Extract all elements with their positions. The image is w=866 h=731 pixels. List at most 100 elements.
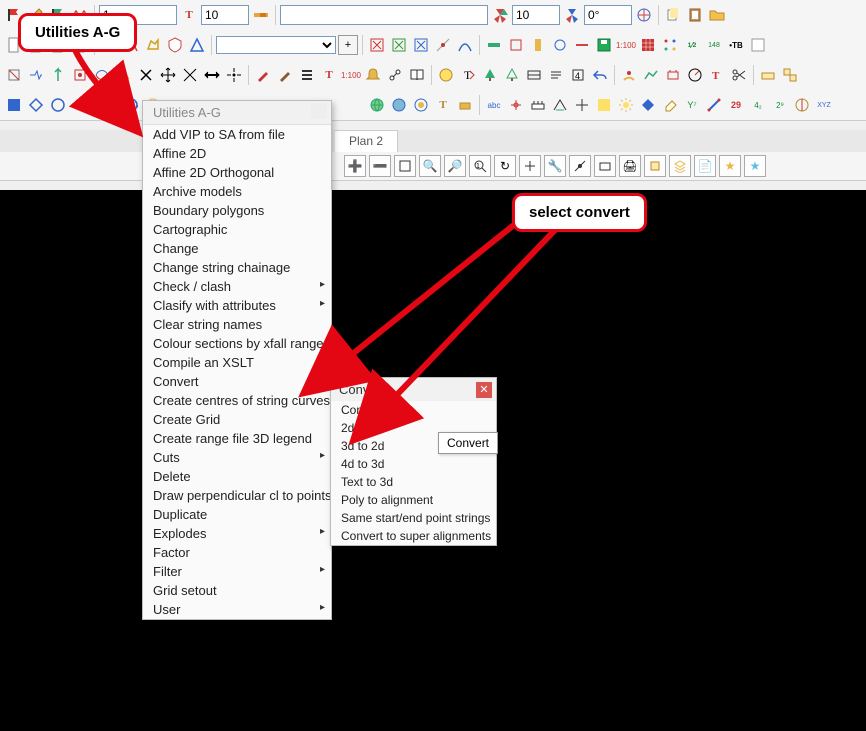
menu-item-grid-setout[interactable]: Grid setout <box>143 581 331 600</box>
menu-item-change-string-chainage[interactable]: Change string chainage <box>143 258 331 277</box>
dots-icon[interactable] <box>660 35 680 55</box>
r3-10-icon[interactable] <box>202 65 222 85</box>
sun-icon[interactable] <box>616 95 636 115</box>
print-icon[interactable]: 🖨 <box>619 155 641 177</box>
y7-icon[interactable]: Y⁷ <box>682 95 702 115</box>
scale-icon[interactable]: 1:100 <box>616 35 636 55</box>
submenu-item-convert-to-super-alignments[interactable]: Convert to super alignments <box>331 527 496 545</box>
tab-plan2[interactable]: Plan 2 <box>335 130 398 152</box>
submenu-item-same-start-end-point-strings[interactable]: Same start/end point strings <box>331 509 496 527</box>
r4-16-icon[interactable] <box>550 95 570 115</box>
refresh-blue-icon[interactable] <box>99 95 119 115</box>
scale2-icon[interactable]: 1:100 <box>341 65 361 85</box>
r4-2-icon[interactable] <box>26 95 46 115</box>
input-3[interactable] <box>280 5 488 25</box>
menu-item-user[interactable]: User <box>143 600 331 619</box>
del-red-icon[interactable] <box>367 35 387 55</box>
r3-6-icon[interactable] <box>114 65 134 85</box>
globe-icon[interactable] <box>367 95 387 115</box>
copy-icon[interactable] <box>663 5 683 25</box>
curve-icon[interactable] <box>455 35 475 55</box>
node-icon[interactable] <box>385 65 405 85</box>
menu-item-check-clash[interactable]: Check / clash <box>143 277 331 296</box>
menu-item-draw-perpendicular-cl-to-points[interactable]: Draw perpendicular cl to points <box>143 486 331 505</box>
t2-icon[interactable]: T <box>319 65 339 85</box>
menu-item-cuts[interactable]: Cuts <box>143 448 331 467</box>
menu-item-create-centres-of-string-curves[interactable]: Create centres of string curves <box>143 391 331 410</box>
submenu-item-poly-to-alignment[interactable]: Poly to alignment <box>331 491 496 509</box>
shield-icon[interactable] <box>165 35 185 55</box>
vt-8-icon[interactable] <box>519 155 541 177</box>
menu-item-add-vip-to-sa-from-file[interactable]: Add VIP to SA from file <box>143 125 331 144</box>
r3-20-icon[interactable] <box>524 65 544 85</box>
lines-icon[interactable] <box>297 65 317 85</box>
r4-15-icon[interactable] <box>528 95 548 115</box>
submenu-item-convert[interactable]: Convert <box>331 401 496 419</box>
poly-icon[interactable] <box>143 35 163 55</box>
submenu-item-text-to-3d[interactable]: Text to 3d <box>331 473 496 491</box>
r4-24-icon[interactable] <box>704 95 724 115</box>
menu-item-duplicate[interactable]: Duplicate <box>143 505 331 524</box>
refresh-icon[interactable]: ↻ <box>494 155 516 177</box>
vt-10-icon[interactable] <box>569 155 591 177</box>
misc4-icon[interactable] <box>550 35 570 55</box>
menu-item-clasify-with-attributes[interactable]: Clasify with attributes <box>143 296 331 315</box>
menu-item-clear-string-names[interactable]: Clear string names <box>143 315 331 334</box>
zoom-lens1-icon[interactable]: 🔍 <box>419 155 441 177</box>
blue-diamond-icon[interactable] <box>638 95 658 115</box>
input-4[interactable] <box>512 5 560 25</box>
bell-icon[interactable] <box>363 65 383 85</box>
menu-item-compile-an-xslt[interactable]: Compile an XSLT <box>143 353 331 372</box>
menu-item-archive-models[interactable]: Archive models <box>143 182 331 201</box>
zoom-minus-icon[interactable]: ➖ <box>369 155 391 177</box>
vt-11-icon[interactable] <box>594 155 616 177</box>
folder-icon[interactable] <box>707 5 727 25</box>
circle-yellow-icon[interactable] <box>436 65 456 85</box>
eraser-icon[interactable] <box>660 95 680 115</box>
undo-icon[interactable] <box>590 65 610 85</box>
triangle-icon[interactable] <box>187 35 207 55</box>
menu-item-convert[interactable]: Convert <box>143 372 331 391</box>
misc2-icon[interactable] <box>506 35 526 55</box>
combo-1[interactable] <box>216 36 336 54</box>
r3-diag-icon[interactable] <box>180 65 200 85</box>
plus-icon[interactable]: + <box>338 35 358 55</box>
menu-item-change[interactable]: Change <box>143 239 331 258</box>
edit-node-icon[interactable] <box>433 35 453 55</box>
num12-icon[interactable]: 1⁄2 <box>682 35 702 55</box>
save-disk-icon[interactable] <box>594 35 614 55</box>
abc-icon[interactable]: abc <box>484 95 504 115</box>
box4-icon[interactable]: 4 <box>568 65 588 85</box>
r4-1-icon[interactable] <box>4 95 24 115</box>
zoom-window-icon[interactable] <box>394 155 416 177</box>
r3-28-icon[interactable] <box>685 65 705 85</box>
menu-item-explodes[interactable]: Explodes <box>143 524 331 543</box>
del-green-icon[interactable] <box>389 35 409 55</box>
r3-25-icon[interactable] <box>619 65 639 85</box>
r4-3-icon[interactable] <box>48 95 68 115</box>
globe2-icon[interactable] <box>389 95 409 115</box>
pen-red-icon[interactable] <box>253 65 273 85</box>
misc1-icon[interactable] <box>484 35 504 55</box>
zoom-reset-icon[interactable]: 1 <box>469 155 491 177</box>
t3-icon[interactable]: T <box>433 95 453 115</box>
menu-item-factor[interactable]: Factor <box>143 543 331 562</box>
r3-cross-icon[interactable] <box>136 65 156 85</box>
r3-1-icon[interactable] <box>4 65 24 85</box>
num29-icon[interactable]: 29 <box>726 95 746 115</box>
r3-26-icon[interactable] <box>641 65 661 85</box>
menu-item-filter[interactable]: Filter <box>143 562 331 581</box>
r4-28-icon[interactable] <box>792 95 812 115</box>
r3-arrows-icon[interactable] <box>158 65 178 85</box>
del-blue-icon[interactable] <box>411 35 431 55</box>
r4-17-icon[interactable] <box>572 95 592 115</box>
utilities-ag-icon[interactable]: AG <box>121 95 141 115</box>
menu-item-cartographic[interactable]: Cartographic <box>143 220 331 239</box>
wrench-icon[interactable]: 🔧 <box>544 155 566 177</box>
star-blue-icon[interactable]: ★ <box>744 155 766 177</box>
yellow-sq-icon[interactable] <box>594 95 614 115</box>
r3-27-icon[interactable] <box>663 65 683 85</box>
pen-brown-icon[interactable] <box>275 65 295 85</box>
last-r2-icon[interactable] <box>748 35 768 55</box>
n42-icon[interactable]: 4₂ <box>748 95 768 115</box>
